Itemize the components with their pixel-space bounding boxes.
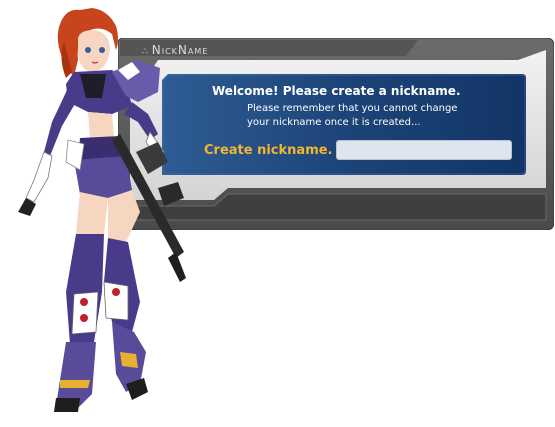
create-nickname-label: Create nickname. (204, 143, 333, 158)
notice-line-1: Please remember that you cannot change (247, 103, 458, 114)
character-illustration (18, 8, 186, 412)
notice-line-2: your nickname once it is created... (247, 117, 421, 128)
message-panel: Welcome! Please create a nickname. Pleas… (162, 74, 526, 175)
nickname-input[interactable] (336, 140, 512, 160)
nickname-notice: Please remember that you cannot change y… (247, 102, 457, 130)
welcome-heading: Welcome! Please create a nickname. (212, 84, 461, 98)
